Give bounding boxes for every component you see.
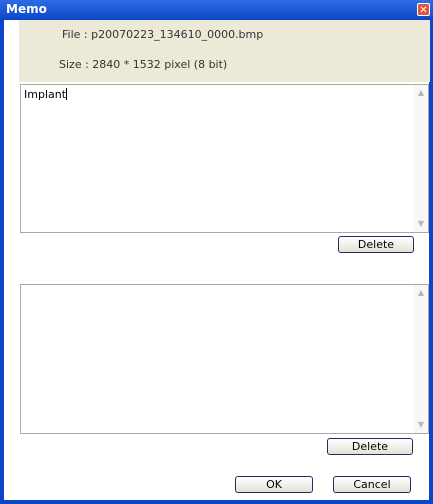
memo-text-1: Implant <box>24 88 67 101</box>
scroll-down-icon[interactable]: ▼ <box>415 218 427 230</box>
dialog-body: File : p20070223_134610_0000.bmp Size : … <box>4 20 430 500</box>
close-button[interactable]: ✕ <box>417 3 430 16</box>
window-title: Memo <box>6 2 47 16</box>
scroll-up-icon[interactable]: ▲ <box>415 287 427 299</box>
scroll-down-icon[interactable]: ▼ <box>415 419 427 431</box>
vertical-scrollbar-1[interactable]: ▲ ▼ <box>414 85 428 232</box>
image-size-label: Size : 2840 * 1532 pixel (8 bit) <box>59 58 228 71</box>
close-icon: ✕ <box>419 5 428 16</box>
file-info-panel: File : p20070223_134610_0000.bmp Size : … <box>19 20 430 82</box>
file-name-label: File : p20070223_134610_0000.bmp <box>62 28 264 41</box>
memo-dialog: Memo ✕ File : p20070223_134610_0000.bmp … <box>0 0 433 504</box>
text-caret <box>66 88 68 100</box>
vertical-scrollbar-2[interactable]: ▲ ▼ <box>414 285 428 433</box>
cancel-button[interactable]: Cancel <box>333 476 411 493</box>
delete-button-1[interactable]: Delete <box>338 236 414 253</box>
scroll-up-icon[interactable]: ▲ <box>415 87 427 99</box>
ok-button[interactable]: OK <box>235 476 313 493</box>
title-bar[interactable]: Memo ✕ <box>0 0 433 20</box>
memo-textarea-1[interactable]: Implant ▲ ▼ <box>20 84 429 233</box>
memo-textarea-2[interactable]: ▲ ▼ <box>20 284 429 434</box>
delete-button-2[interactable]: Delete <box>327 438 413 455</box>
